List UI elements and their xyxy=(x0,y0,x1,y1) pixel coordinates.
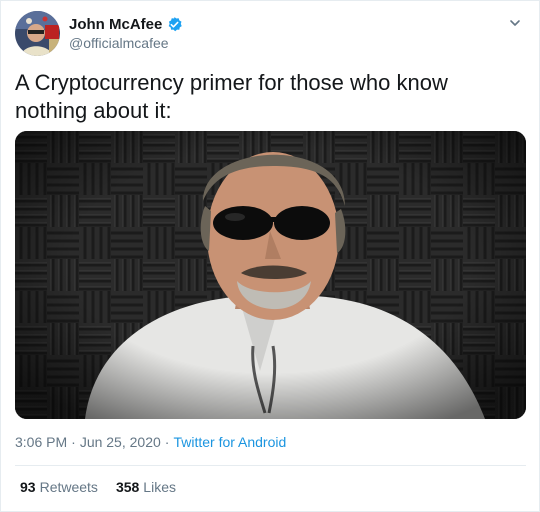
divider xyxy=(15,465,526,466)
name-row: John McAfee xyxy=(69,15,183,33)
display-name[interactable]: John McAfee xyxy=(69,16,162,33)
tweet-video-thumbnail[interactable] xyxy=(15,131,526,419)
meta-separator: · xyxy=(71,434,76,450)
tweet-source-link[interactable]: Twitter for Android xyxy=(173,434,286,450)
tweet-stats: 93 Retweets 358 Likes xyxy=(20,479,194,495)
meta-separator: · xyxy=(164,434,170,450)
chevron-down-icon[interactable] xyxy=(505,13,525,33)
tweet-time[interactable]: 3:06 PM xyxy=(15,434,67,450)
user-handle[interactable]: @officialmcafee xyxy=(69,35,169,51)
avatar[interactable] xyxy=(15,11,60,56)
retweets-label: Retweets xyxy=(39,479,98,495)
retweets-stat[interactable]: 93 Retweets xyxy=(20,479,98,495)
tweet-meta: 3:06 PM · Jun 25, 2020 · Twitter for And… xyxy=(15,434,286,450)
tweet-card: John McAfee @officialmcafee A Cryptocurr… xyxy=(0,0,540,512)
tweet-text: A Cryptocurrency primer for those who kn… xyxy=(15,70,448,123)
likes-count: 358 xyxy=(115,479,140,495)
likes-label: Likes xyxy=(143,479,176,495)
retweets-count: 93 xyxy=(20,479,36,495)
likes-stat[interactable]: 358 Likes xyxy=(116,479,176,495)
tweet-date[interactable]: Jun 25, 2020 xyxy=(80,434,161,450)
verified-badge-icon xyxy=(166,16,183,33)
